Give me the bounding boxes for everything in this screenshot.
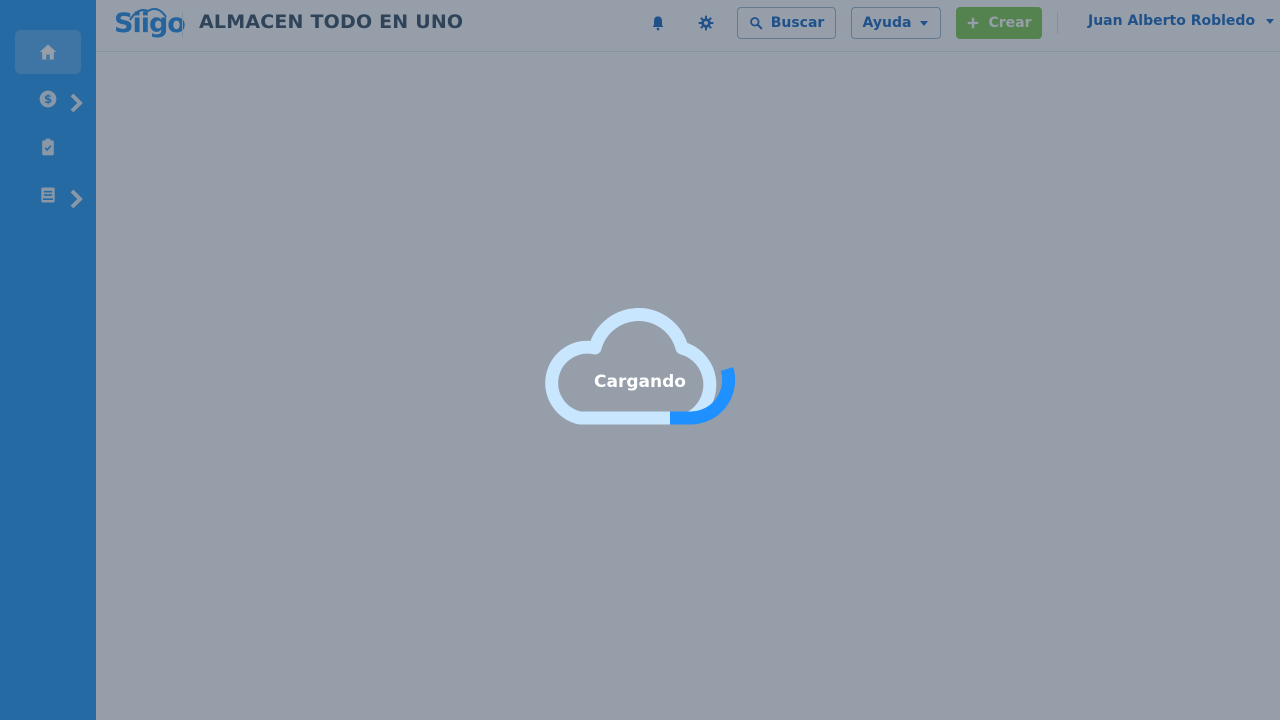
loading-label: Cargando — [594, 372, 686, 392]
cloud-loader-icon — [545, 308, 736, 425]
loading-overlay: Cargando — [0, 0, 1280, 720]
